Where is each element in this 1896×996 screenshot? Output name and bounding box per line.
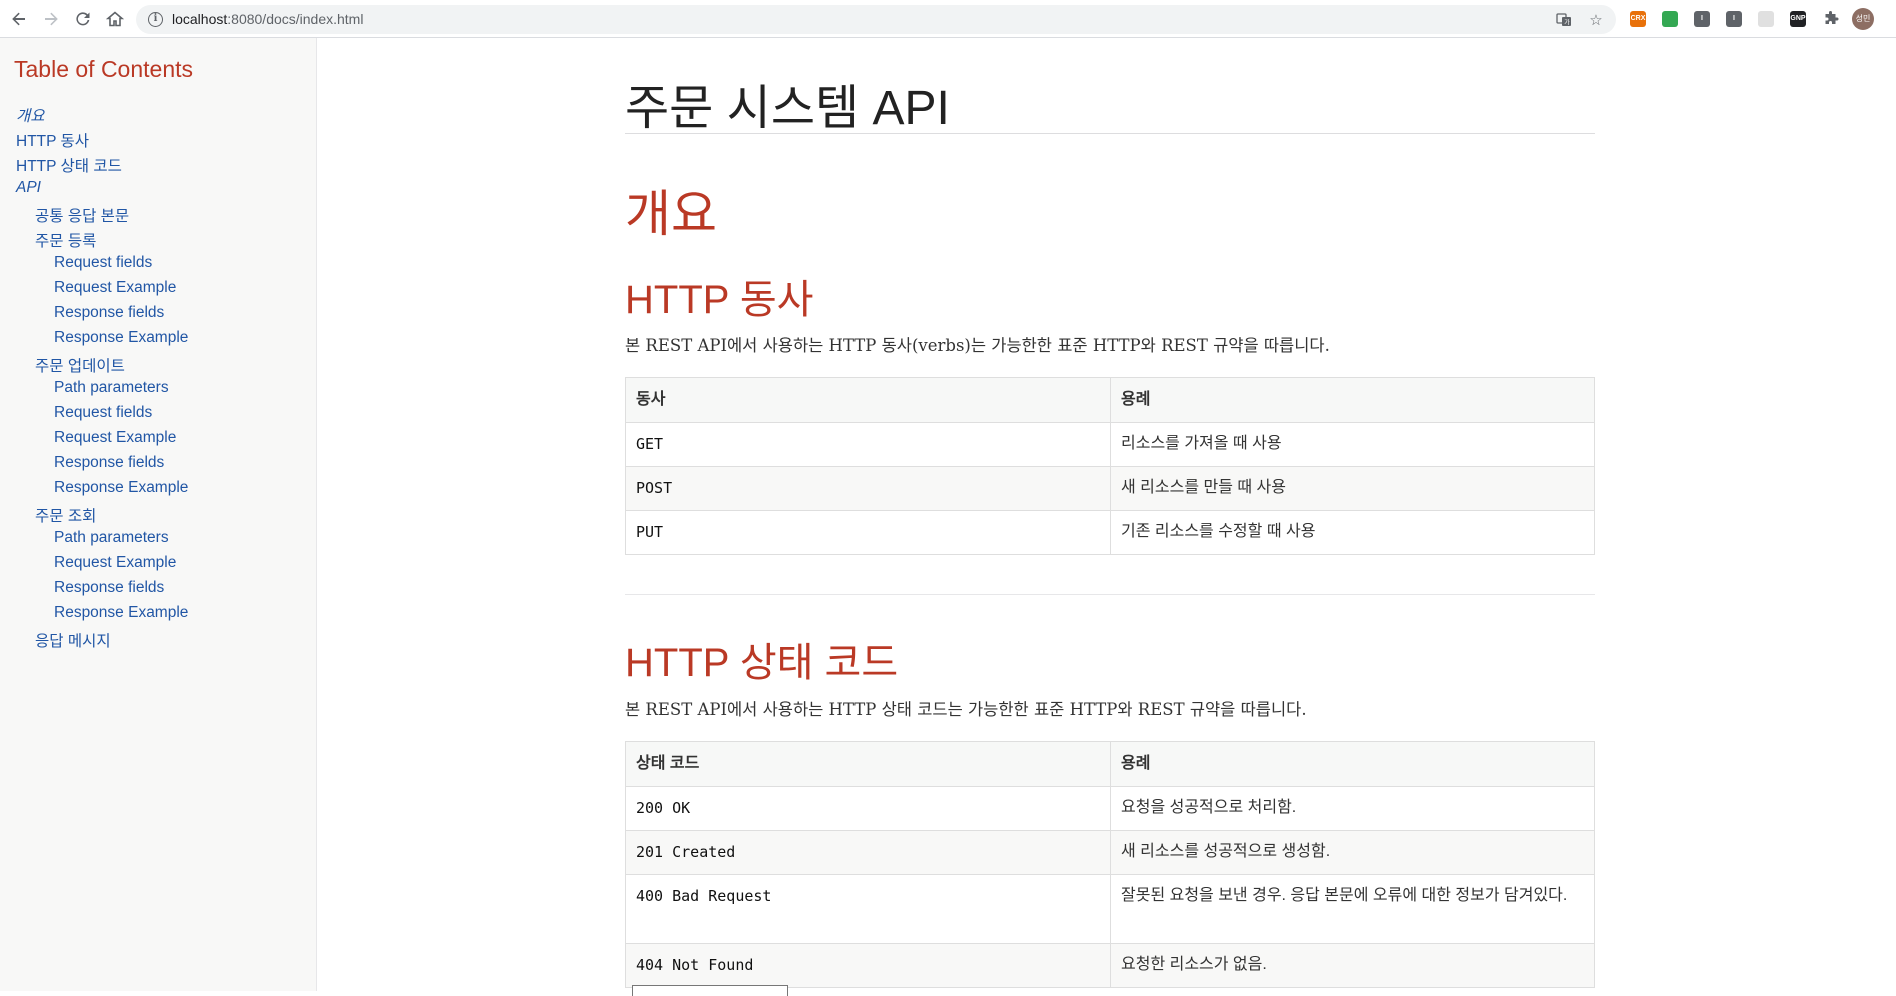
table-header: 용례: [1110, 741, 1595, 787]
http-status-intro: 본 REST API에서 사용하는 HTTP 상태 코드는 가능한한 표준 HT…: [625, 700, 1307, 719]
table-cell-description: 요청을 성공적으로 처리함.: [1110, 786, 1595, 831]
toc-link[interactable]: Path parameters: [54, 529, 169, 547]
site-info-icon[interactable]: i: [148, 12, 163, 27]
overview-heading: 개요: [625, 186, 717, 242]
table-row: PUT 기존 리소스를 수정할 때 사용: [625, 510, 1595, 555]
http-status-heading: HTTP 상태 코드: [625, 641, 899, 685]
toc-link[interactable]: HTTP 상태 코드: [16, 154, 122, 176]
ext-green-icon[interactable]: [1662, 11, 1678, 27]
toc-link[interactable]: Request fields: [54, 404, 152, 422]
table-row: 201 Created 새 리소스를 성공적으로 생성함.: [625, 830, 1595, 875]
toc-link[interactable]: Request Example: [54, 429, 176, 447]
http-verbs-heading: HTTP 동사: [625, 278, 814, 322]
toc-link[interactable]: 주문 업데이트: [35, 354, 125, 376]
section-divider: [625, 594, 1595, 595]
toc-link[interactable]: Response fields: [54, 579, 164, 597]
table-cell-code: 404 Not Found: [625, 943, 1111, 988]
toc-link[interactable]: Request Example: [54, 279, 176, 297]
toc-link[interactable]: HTTP 동사: [16, 129, 89, 151]
table-cell-code: 200 OK: [625, 786, 1111, 831]
toc-link[interactable]: 주문 조회: [35, 504, 96, 526]
table-row: 404 Not Found 요청한 리소스가 없음.: [625, 943, 1595, 988]
table-row: 400 Bad Request 잘못된 요청을 보낸 경우. 응답 본문에 오류에…: [625, 874, 1595, 944]
bookmark-star-icon[interactable]: ☆: [1588, 12, 1604, 28]
toc-link[interactable]: 공통 응답 본문: [35, 204, 129, 226]
toc-link[interactable]: 응답 메시지: [35, 629, 111, 651]
table-header: 상태 코드: [625, 741, 1111, 787]
toc-link[interactable]: Request Example: [54, 554, 176, 572]
http-status-table: 상태 코드 용례 200 OK 요청을 성공적으로 처리함. 201 Created…: [625, 741, 1595, 988]
page-title: 주문 시스템 API: [625, 82, 950, 135]
browser-toolbar: i localhost:8080/docs/index.html 가 ☆ CRX…: [0, 0, 1896, 38]
toc-link[interactable]: Request fields: [54, 254, 152, 272]
toc-link[interactable]: Response Example: [54, 329, 188, 347]
table-row: 200 OK 요청을 성공적으로 처리함.: [625, 786, 1595, 831]
ext-gray-2-icon[interactable]: I: [1726, 11, 1742, 27]
table-header: 동사: [625, 377, 1111, 423]
table-cell-code: 400 Bad Request: [625, 874, 1111, 944]
table-cell-description: 리소스를 가져올 때 사용: [1110, 422, 1595, 467]
ext-gray-1-icon[interactable]: I: [1694, 11, 1710, 27]
http-verbs-intro: 본 REST API에서 사용하는 HTTP 동사(verbs)는 가능한한 표…: [625, 336, 1330, 355]
puzzle-extensions-icon[interactable]: [1818, 6, 1844, 32]
translate-icon[interactable]: 가: [1556, 12, 1572, 28]
ext-orange-icon[interactable]: CRX: [1630, 11, 1646, 27]
table-cell-code: 201 Created: [625, 830, 1111, 875]
toc-title: Table of Contents: [14, 56, 194, 82]
profile-avatar[interactable]: 성민: [1852, 8, 1874, 30]
table-header: 용례: [1110, 377, 1595, 423]
table-row: GET 리소스를 가져올 때 사용: [625, 422, 1595, 467]
toc-link[interactable]: 주문 등록: [35, 229, 96, 251]
reload-icon[interactable]: [70, 6, 96, 32]
table-row: POST 새 리소스를 만들 때 사용: [625, 466, 1595, 511]
svg-text:가: 가: [1564, 19, 1570, 27]
table-of-contents-sidebar: Table of Contents 개요 HTTP 동사 HTTP 상태 코드 API…: [0, 38, 317, 991]
title-divider: [625, 133, 1595, 134]
table-cell-description: 요청한 리소스가 없음.: [1110, 943, 1595, 988]
toc-link[interactable]: Response Example: [54, 479, 188, 497]
ext-calendar-icon[interactable]: [1758, 11, 1774, 27]
table-cell-code: GET: [625, 422, 1111, 467]
table-cell-description: 새 리소스를 성공적으로 생성함.: [1110, 830, 1595, 875]
toc-link[interactable]: Response fields: [54, 304, 164, 322]
ext-gnp-icon[interactable]: GNP: [1790, 11, 1806, 27]
table-cell-description: 기존 리소스를 수정할 때 사용: [1110, 510, 1595, 555]
address-bar[interactable]: i localhost:8080/docs/index.html 가 ☆: [136, 5, 1616, 34]
toc-link[interactable]: API: [16, 179, 41, 197]
table-cell-code: POST: [625, 466, 1111, 511]
table-cell-description: 잘못된 요청을 보낸 경우. 응답 본문에 오류에 대한 정보가 담겨있다.: [1110, 874, 1595, 944]
forward-arrow-icon[interactable]: [38, 6, 64, 32]
toc-link[interactable]: Response fields: [54, 454, 164, 472]
home-icon[interactable]: [102, 6, 128, 32]
url-text: localhost:8080/docs/index.html: [172, 11, 364, 27]
toc-link[interactable]: Path parameters: [54, 379, 169, 397]
back-arrow-icon[interactable]: [6, 6, 32, 32]
http-verbs-table: 동사 용례 GET 리소스를 가져올 때 사용 POST 새 리소스를 만들 때 사용…: [625, 377, 1595, 555]
table-cell-code: PUT: [625, 510, 1111, 555]
table-cell-description: 새 리소스를 만들 때 사용: [1110, 466, 1595, 511]
toc-link[interactable]: Response Example: [54, 604, 188, 622]
toc-link[interactable]: 개요: [16, 104, 45, 126]
